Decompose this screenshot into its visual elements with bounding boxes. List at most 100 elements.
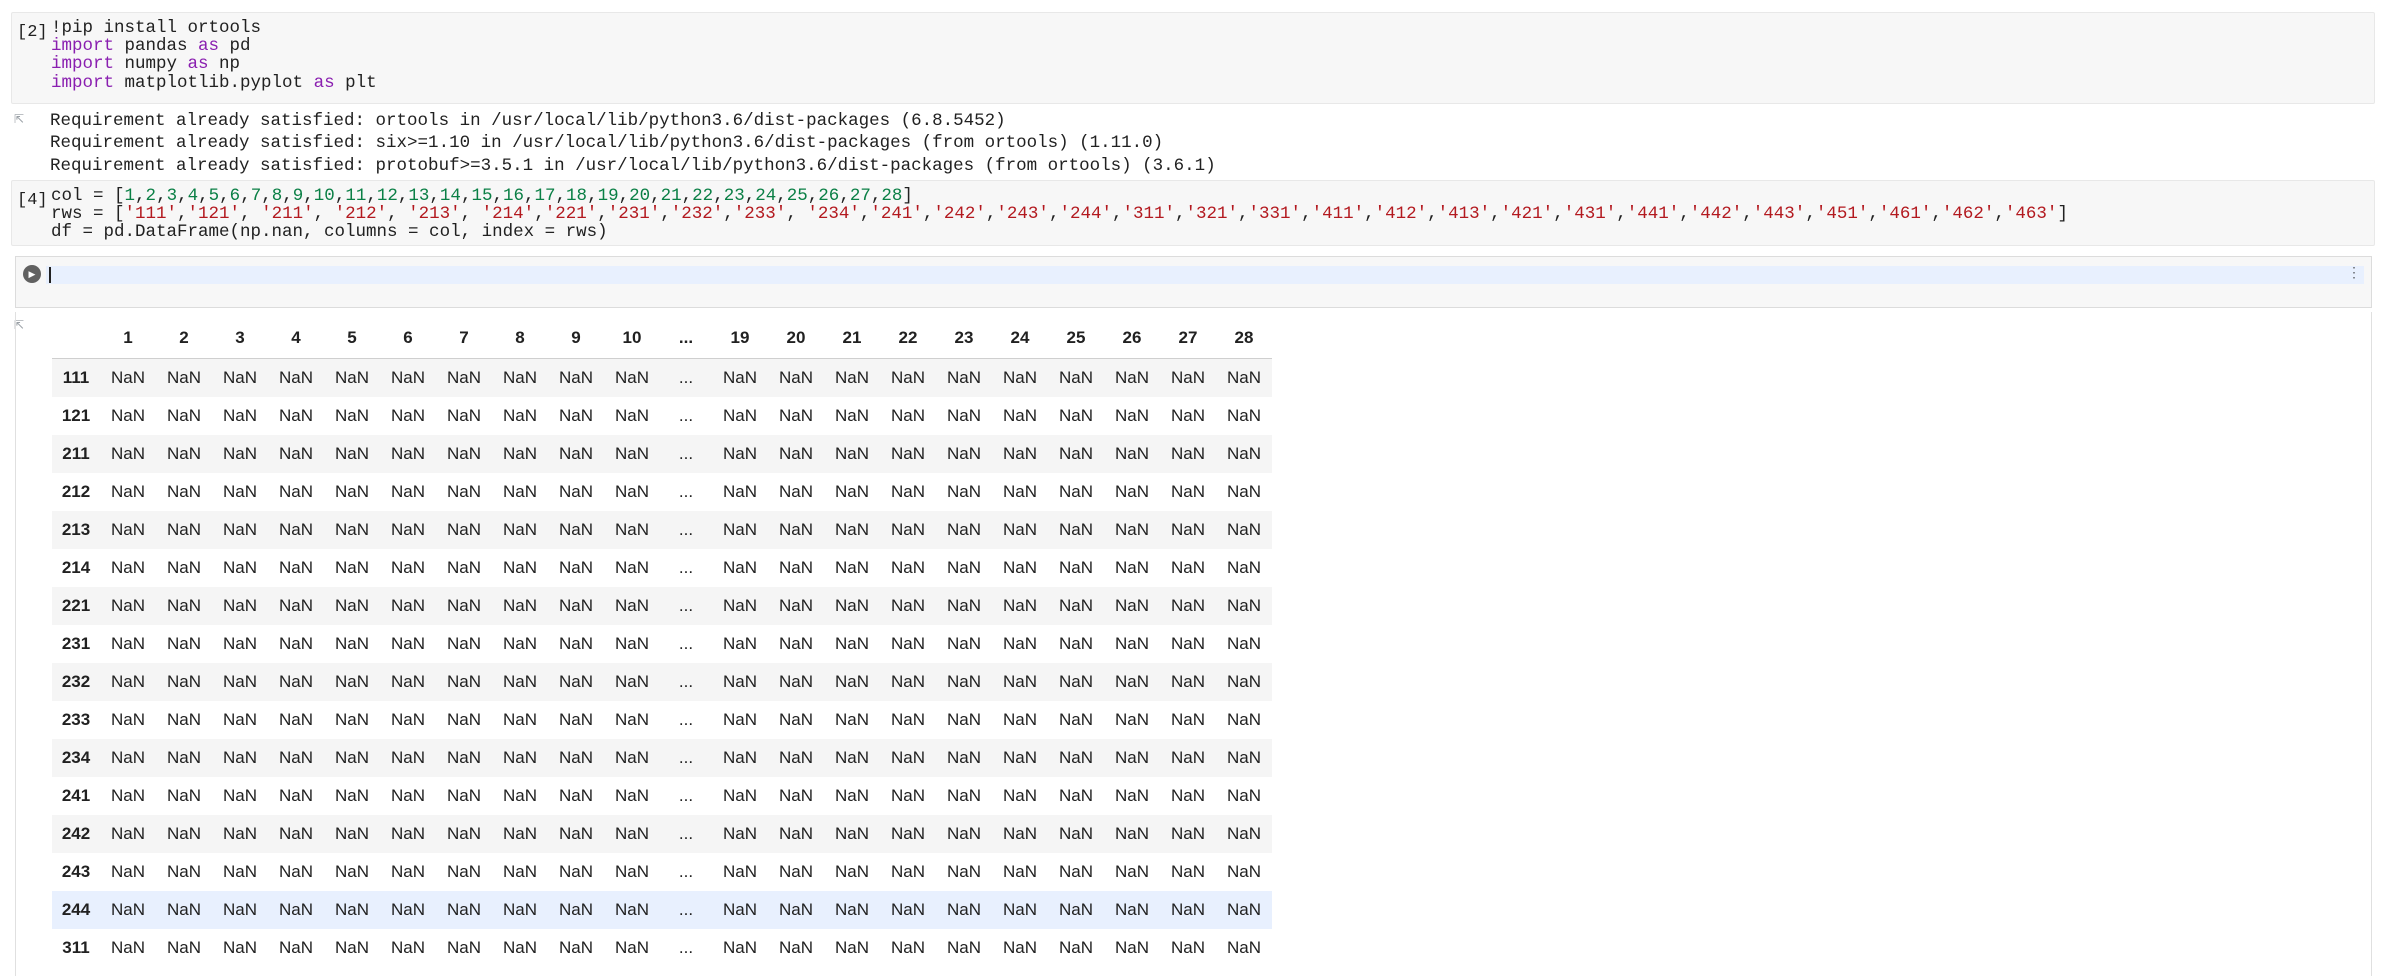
table-cell: NaN [558, 482, 593, 501]
code-token: 26 [818, 186, 840, 206]
active-code-cell[interactable]: ▶ ⋮ [15, 256, 2372, 308]
code-token: , [839, 186, 850, 206]
table-cell: NaN [1170, 634, 1205, 653]
code-token: '231' [607, 204, 661, 225]
code-token: '212' [334, 204, 388, 225]
code-token: , [1553, 204, 1564, 225]
table-cell: NaN [446, 368, 481, 387]
table-cell: NaN [778, 520, 813, 539]
table-cell: NaN [334, 938, 369, 957]
code-token: , [261, 186, 272, 206]
code-token: '221' [544, 204, 598, 225]
code-token: 9 [292, 186, 304, 206]
row-index: 214 [61, 558, 91, 577]
table-cell: NaN [778, 482, 813, 501]
column-header: 28 [1216, 318, 1272, 359]
table-cell: NaN [558, 862, 593, 881]
table-cell: NaN [110, 444, 145, 463]
output-line: Requirement already satisfied: ortools i… [50, 111, 1006, 131]
column-header: 9 [548, 318, 604, 359]
table-cell: NaN [502, 786, 537, 805]
table-cell: NaN [722, 938, 757, 957]
table-cell: NaN [834, 710, 869, 729]
table-cell: NaN [722, 786, 757, 805]
table-cell: NaN [1058, 520, 1093, 539]
table-cell: NaN [614, 938, 649, 957]
table-cell: NaN [278, 482, 313, 501]
table-cell: NaN [1002, 862, 1037, 881]
table-cell: NaN [390, 368, 425, 387]
table-cell: NaN [946, 634, 981, 653]
table-cell: NaN [834, 406, 869, 425]
table-cell: NaN [502, 938, 537, 957]
code-editor-input[interactable] [46, 266, 2364, 284]
table-row: 233 NaN NaN NaN NaN NaN NaN NaN NaN NaN NaN... NaN N… [52, 701, 1272, 739]
table-cell: NaN [1170, 444, 1205, 463]
output-arrow-icon[interactable]: ⇱ [14, 112, 28, 126]
table-cell: NaN [890, 596, 925, 615]
table-cell: NaN [1058, 862, 1093, 881]
dataframe-table: 1 2 3 4 5 6 7 8 9 10... 19 20 21 22 23 24 25 26 27 28 111 Na… [52, 318, 1272, 967]
execution-count: [4] [17, 191, 48, 210]
table-cell: NaN [1058, 786, 1093, 805]
table-cell: NaN [1058, 748, 1093, 767]
column-header: 3 [212, 318, 268, 359]
table-cell: NaN [502, 862, 537, 881]
table-cell: NaN [222, 786, 257, 805]
code-token: numpy [114, 54, 188, 75]
code-token: , [177, 204, 188, 225]
code-token: '431' [1563, 204, 1617, 225]
table-cell: NaN [390, 634, 425, 653]
table-cell: NaN [1114, 368, 1149, 387]
code-token: 23 [723, 186, 745, 206]
code-token: import [51, 54, 115, 75]
table-cell: NaN [334, 786, 369, 805]
code-token: matplotlib.pyplot [114, 72, 314, 93]
code-cell-pip-install[interactable]: [2] !pip install ortools import pandas as… [11, 12, 2375, 104]
code-token: 22 [692, 186, 714, 206]
play-icon[interactable]: ▶ [23, 265, 41, 283]
table-cell: NaN [1114, 748, 1149, 767]
code-token: '232' [670, 204, 724, 225]
code-token: rws = [ [51, 204, 125, 225]
code-token: , [713, 186, 724, 206]
table-cell: NaN [446, 406, 481, 425]
table-cell: NaN [1114, 672, 1149, 691]
code-cell-dataframe-setup[interactable]: [4] col = [1,2,3,4,5,6,7,8,9,10,11,12,13… [11, 180, 2375, 246]
table-cell: NaN [1002, 900, 1037, 919]
code-editor[interactable]: col = [1,2,3,4,5,6,7,8,9,10,11,12,13,14,… [51, 187, 2068, 242]
table-cell: NaN [446, 596, 481, 615]
table-cell: NaN [1114, 824, 1149, 843]
row-index: 233 [61, 710, 91, 729]
table-cell: NaN [1114, 482, 1149, 501]
table-cell: NaN [558, 938, 593, 957]
table-cell: NaN [1002, 406, 1037, 425]
table-cell: NaN [166, 786, 201, 805]
table-cell: NaN [502, 672, 537, 691]
table-cell: NaN [834, 900, 869, 919]
code-editor[interactable]: !pip install ortools import pandas as pd i… [51, 19, 377, 92]
code-token: as [187, 54, 209, 75]
code-token: 14 [439, 186, 461, 206]
table-cell: NaN [1226, 558, 1261, 577]
table-cell: NaN [278, 520, 313, 539]
table-cell: NaN [222, 482, 257, 501]
code-token: , [597, 204, 608, 225]
table-cell: NaN [110, 710, 145, 729]
table-cell: NaN [722, 406, 757, 425]
more-vert-icon[interactable]: ⋮ [2347, 265, 2361, 279]
table-cell: NaN [890, 900, 925, 919]
table-cell: NaN [390, 406, 425, 425]
table-cell: NaN [1170, 406, 1205, 425]
column-header: 1 [100, 318, 156, 359]
table-cell: NaN [334, 558, 369, 577]
table-cell: NaN [110, 748, 145, 767]
table-cell: NaN [946, 900, 981, 919]
column-header: ... [660, 318, 712, 359]
table-cell: NaN [614, 748, 649, 767]
code-token: '463' [2004, 204, 2058, 225]
code-token: , [786, 204, 808, 225]
table-cell: NaN [946, 710, 981, 729]
code-token: 7 [250, 186, 262, 206]
table-cell: NaN [110, 368, 145, 387]
